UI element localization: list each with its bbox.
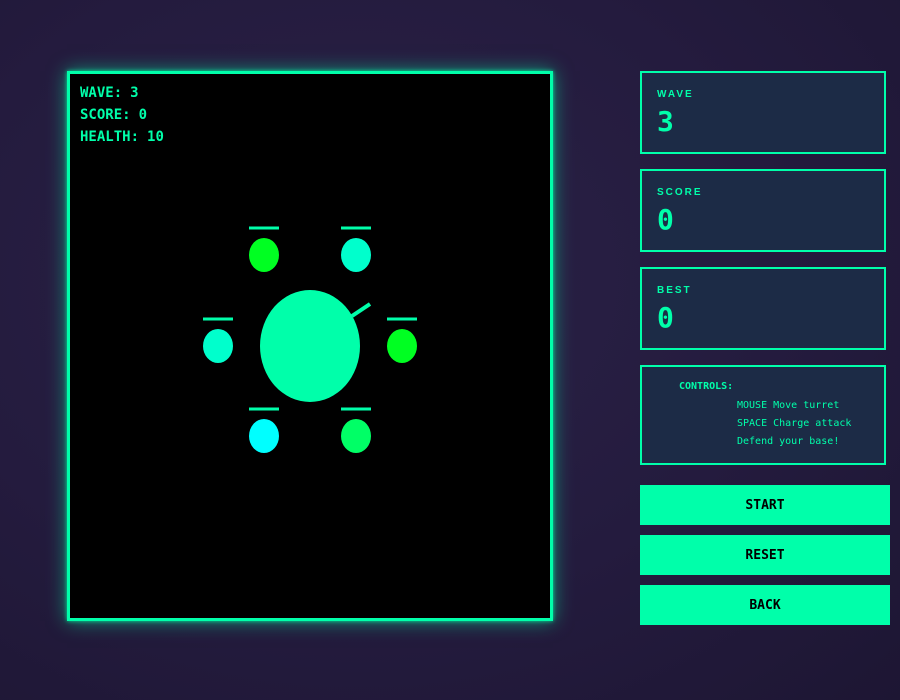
- score-panel-label: SCORE: [657, 187, 703, 198]
- reset-button[interactable]: RESET: [640, 535, 890, 575]
- controls-line-mouse: MOUSE Move turret: [737, 400, 840, 411]
- hud-score-value: 0: [138, 107, 148, 123]
- turret-barrel: [350, 302, 372, 318]
- enemy-body: [341, 419, 371, 453]
- back-button[interactable]: BACK: [640, 585, 890, 625]
- enemy-body: [387, 329, 417, 363]
- best-panel-value: 0: [657, 301, 674, 334]
- hud-health: HEALTH: 10: [80, 126, 164, 148]
- hud-health-value: 10: [147, 129, 164, 145]
- hud-score-label: SCORE:: [80, 107, 131, 123]
- game-field[interactable]: [70, 74, 550, 618]
- controls-line-defend: Defend your base!: [737, 436, 840, 447]
- enemy-3: [203, 317, 233, 363]
- hud: WAVE: 3 SCORE: 0 HEALTH: 10: [80, 82, 164, 148]
- enemy-body: [203, 329, 233, 363]
- hud-wave-value: 3: [130, 85, 139, 101]
- controls-panel: CONTROLS: MOUSE Move turret SPACE Charge…: [640, 365, 886, 465]
- start-button[interactable]: START: [640, 485, 890, 525]
- hud-wave: WAVE: 3: [80, 82, 164, 104]
- enemy-6: [341, 407, 371, 453]
- enemy-5: [249, 407, 279, 453]
- player-base: [260, 290, 360, 402]
- hud-wave-label: WAVE:: [80, 85, 123, 101]
- wave-panel: WAVE 3: [640, 71, 886, 154]
- wave-panel-value: 3: [657, 105, 674, 138]
- wave-panel-label: WAVE: [657, 89, 694, 100]
- hud-score: SCORE: 0: [80, 104, 164, 126]
- game-canvas[interactable]: WAVE: 3 SCORE: 0 HEALTH: 10: [67, 71, 553, 621]
- score-panel-value: 0: [657, 203, 674, 236]
- hud-health-label: HEALTH:: [80, 129, 140, 145]
- enemy-body: [249, 238, 279, 272]
- enemy-1: [249, 226, 279, 272]
- controls-title: CONTROLS:: [679, 381, 734, 392]
- enemy-4: [387, 317, 417, 363]
- enemy-body: [249, 419, 279, 453]
- best-panel: BEST 0: [640, 267, 886, 350]
- controls-line-space: SPACE Charge attack: [737, 418, 852, 429]
- best-panel-label: BEST: [657, 285, 692, 296]
- score-panel: SCORE 0: [640, 169, 886, 252]
- enemy-2: [341, 226, 371, 272]
- enemy-body: [341, 238, 371, 272]
